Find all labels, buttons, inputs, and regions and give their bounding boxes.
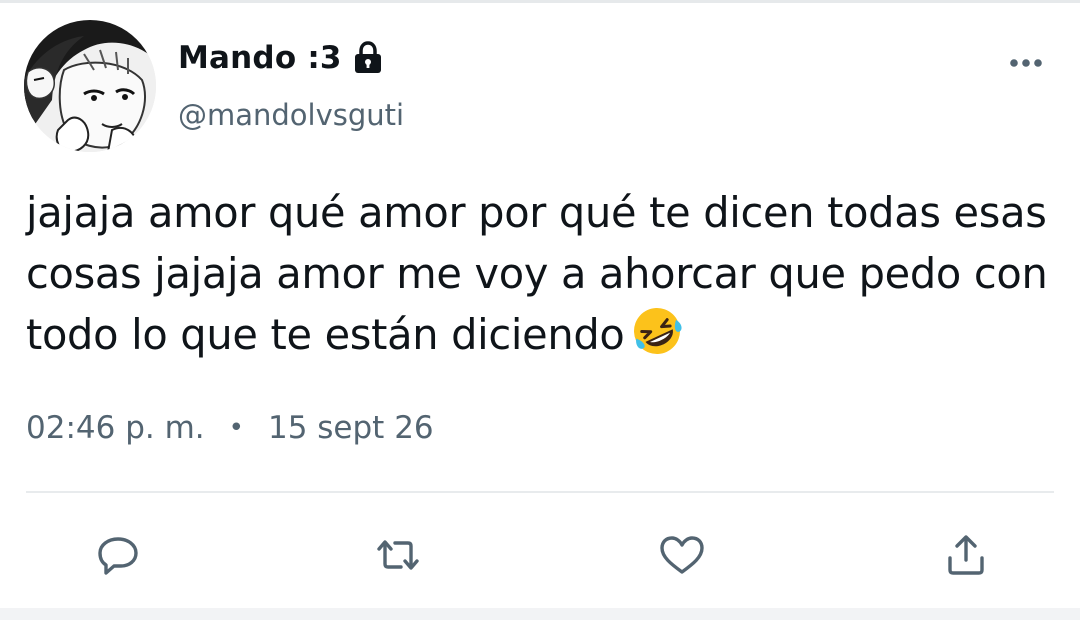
avatar-illustration: [24, 20, 156, 152]
rolling-on-the-floor-laughing-emoji-icon: [631, 305, 683, 357]
more-icon: [1010, 59, 1042, 67]
tweet-body: jajaja amor qué amor por qué te dicen to…: [26, 188, 1048, 359]
retweet-icon: [377, 540, 419, 570]
like-button[interactable]: [647, 520, 717, 590]
display-name[interactable]: Mando :3: [178, 40, 342, 76]
divider: [26, 491, 1054, 493]
top-divider: [0, 0, 1080, 3]
tweet-timestamp: 02:46 p. m. • 15 sept 26: [26, 406, 434, 450]
author-name-row: Mando :3: [178, 36, 384, 80]
meta-separator: •: [228, 413, 244, 443]
tweet-text: jajaja amor qué amor por qué te dicen to…: [26, 182, 1056, 365]
share-icon: [948, 535, 984, 575]
bottom-divider: [0, 608, 1080, 620]
author-handle[interactable]: @mandolvsguti: [178, 98, 404, 132]
share-button[interactable]: [931, 520, 1001, 590]
avatar[interactable]: [24, 20, 156, 152]
heart-icon: [660, 536, 704, 574]
tweet-actions-bar: [0, 520, 1080, 590]
retweet-button[interactable]: [363, 520, 433, 590]
tweet-date[interactable]: 15 sept 26: [268, 410, 434, 446]
tweet-time[interactable]: 02:46 p. m.: [26, 410, 205, 446]
reply-button[interactable]: [83, 520, 153, 590]
more-options-button[interactable]: [1006, 50, 1046, 76]
reply-icon: [98, 537, 138, 575]
lock-icon: [352, 41, 384, 75]
